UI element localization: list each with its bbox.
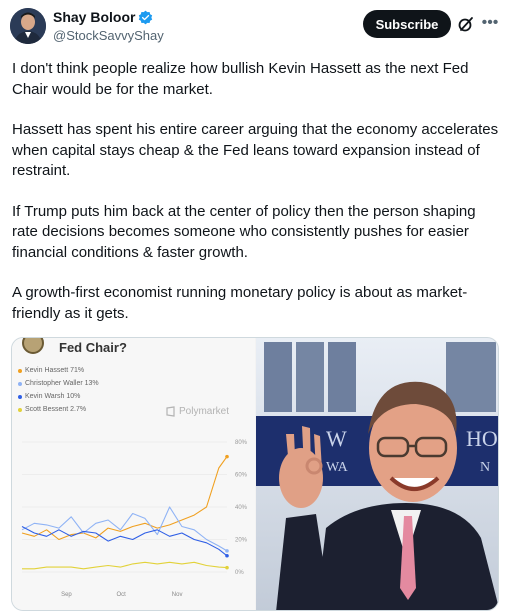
user-handle[interactable]: @StockSavvyShay bbox=[53, 28, 164, 43]
series-line bbox=[22, 561, 228, 570]
y-tick-label: 40% bbox=[235, 505, 248, 511]
tweet-header: Shay Boloor @StockSavvyShay Subscribe ••… bbox=[0, 0, 513, 52]
series-end-point bbox=[225, 553, 229, 558]
svg-text:HO: HO bbox=[466, 426, 498, 451]
name-row: Shay Boloor bbox=[53, 9, 153, 25]
x-tick-label: Nov bbox=[172, 592, 183, 598]
avatar[interactable] bbox=[10, 8, 46, 44]
y-tick-label: 80% bbox=[235, 440, 248, 446]
hassett-photo[interactable]: W HO WA N bbox=[256, 338, 498, 610]
tweet-paragraph: I don't think people realize how bullish… bbox=[12, 60, 469, 98]
verified-badge-icon bbox=[139, 10, 153, 24]
subscribe-button[interactable]: Subscribe bbox=[363, 10, 451, 38]
tweet-paragraph: A growth-first economist running monetar… bbox=[12, 284, 468, 322]
y-tick-label: 20% bbox=[235, 538, 248, 544]
tweet-paragraph: If Trump puts him back at the center of … bbox=[12, 202, 476, 261]
tweet-body: I don't think people realize how bullish… bbox=[12, 59, 502, 344]
svg-text:W: W bbox=[326, 426, 347, 451]
y-tick-label: 60% bbox=[235, 473, 248, 479]
press-briefing-photo: W HO WA N bbox=[256, 338, 498, 610]
tweet-paragraph: Hassett has spent his entire career argu… bbox=[12, 121, 499, 179]
svg-text:WA: WA bbox=[326, 460, 349, 475]
more-options-icon[interactable]: ••• bbox=[481, 14, 499, 32]
chart-plot: 80% 60% 40% 20% 0% Sep Oct Nov bbox=[21, 440, 248, 598]
polymarket-chart-image[interactable]: Fed Chair? Kevin Hassett 71% Christopher… bbox=[12, 338, 255, 610]
series-end-point bbox=[225, 565, 229, 570]
x-tick-label: Sep bbox=[61, 592, 72, 598]
x-tick-label: Oct bbox=[116, 592, 126, 598]
tweet-media[interactable]: Fed Chair? Kevin Hassett 71% Christopher… bbox=[11, 337, 499, 611]
y-tick-label: 0% bbox=[235, 570, 244, 576]
display-name[interactable]: Shay Boloor bbox=[53, 9, 135, 25]
grok-icon[interactable] bbox=[457, 15, 475, 33]
series-end-point bbox=[225, 454, 229, 459]
series-end-point bbox=[225, 549, 229, 553]
svg-text:N: N bbox=[480, 460, 490, 475]
